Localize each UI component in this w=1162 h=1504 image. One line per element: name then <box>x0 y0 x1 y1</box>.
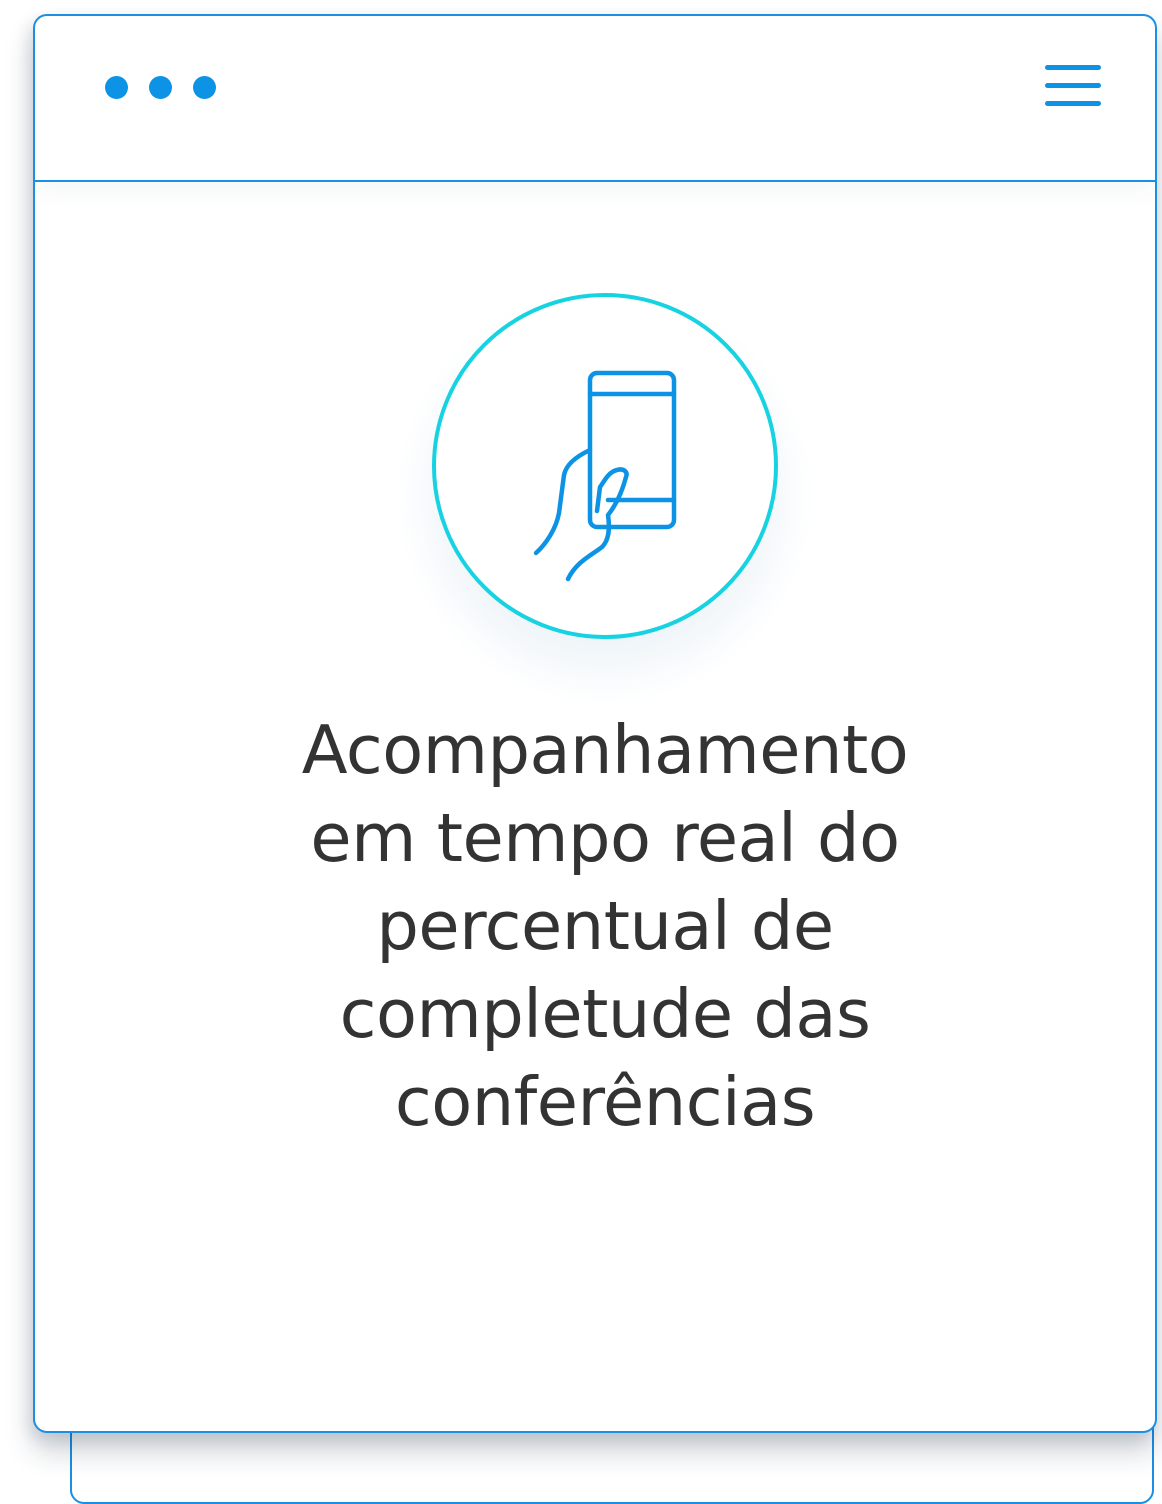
feature-title: Acompanhamento em tempo real do percentu… <box>175 706 1035 1146</box>
feature-icon-circle <box>432 293 778 639</box>
card-header <box>35 16 1155 182</box>
feature-title-line: Acompanhamento <box>301 711 909 789</box>
dot <box>149 76 172 99</box>
feature-title-line: completude das <box>339 975 871 1053</box>
hamburger-menu-icon[interactable] <box>1045 63 1101 109</box>
window-dots-icon <box>105 76 216 99</box>
feature-title-line: conferências <box>394 1063 816 1141</box>
dot <box>105 76 128 99</box>
dot <box>193 76 216 99</box>
hand-holding-phone-icon <box>533 370 677 582</box>
feature-title-line: percentual de <box>376 887 834 965</box>
feature-title-line: em tempo real do <box>310 799 900 877</box>
feature-card: Acompanhamento em tempo real do percentu… <box>33 14 1157 1433</box>
